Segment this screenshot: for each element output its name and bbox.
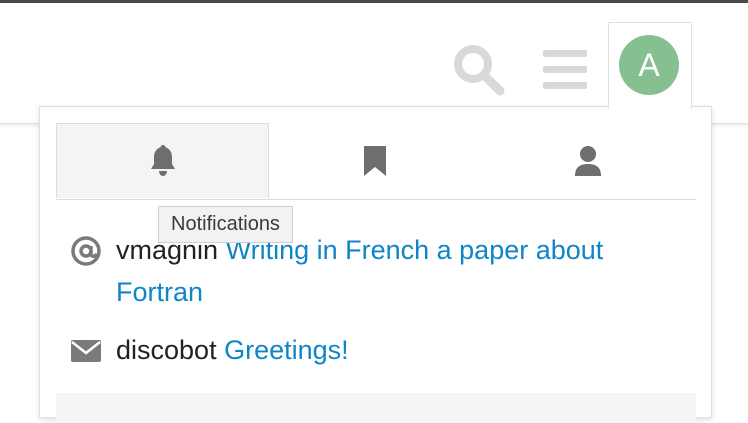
notification-username: discobot [116, 335, 217, 365]
bookmark-icon [364, 145, 386, 176]
avatar-letter: A [638, 46, 660, 83]
tab-notifications[interactable] [56, 123, 269, 198]
avatar[interactable]: A [619, 35, 679, 95]
at-sign-icon [68, 235, 104, 267]
panel-footer [56, 393, 696, 423]
user-menu-tab[interactable]: A [608, 22, 692, 109]
tab-profile[interactable] [482, 123, 694, 198]
notification-item[interactable]: discobot Greetings! [68, 329, 688, 371]
menu-button[interactable] [534, 39, 596, 101]
notification-topic-link[interactable]: Greetings! [224, 335, 349, 365]
tab-bookmarks[interactable] [269, 123, 481, 198]
search-button[interactable] [448, 39, 510, 101]
user-icon [575, 145, 601, 176]
bell-icon [150, 145, 175, 176]
user-menu-panel: Notifications vmagnin Writing in French … [39, 106, 712, 423]
search-icon [454, 45, 505, 96]
notifications-tooltip: Notifications [158, 206, 293, 243]
notification-text: discobot Greetings! [116, 329, 688, 371]
hamburger-menu-icon [543, 50, 587, 89]
user-menu-tabs [56, 123, 696, 200]
envelope-icon [68, 335, 104, 367]
